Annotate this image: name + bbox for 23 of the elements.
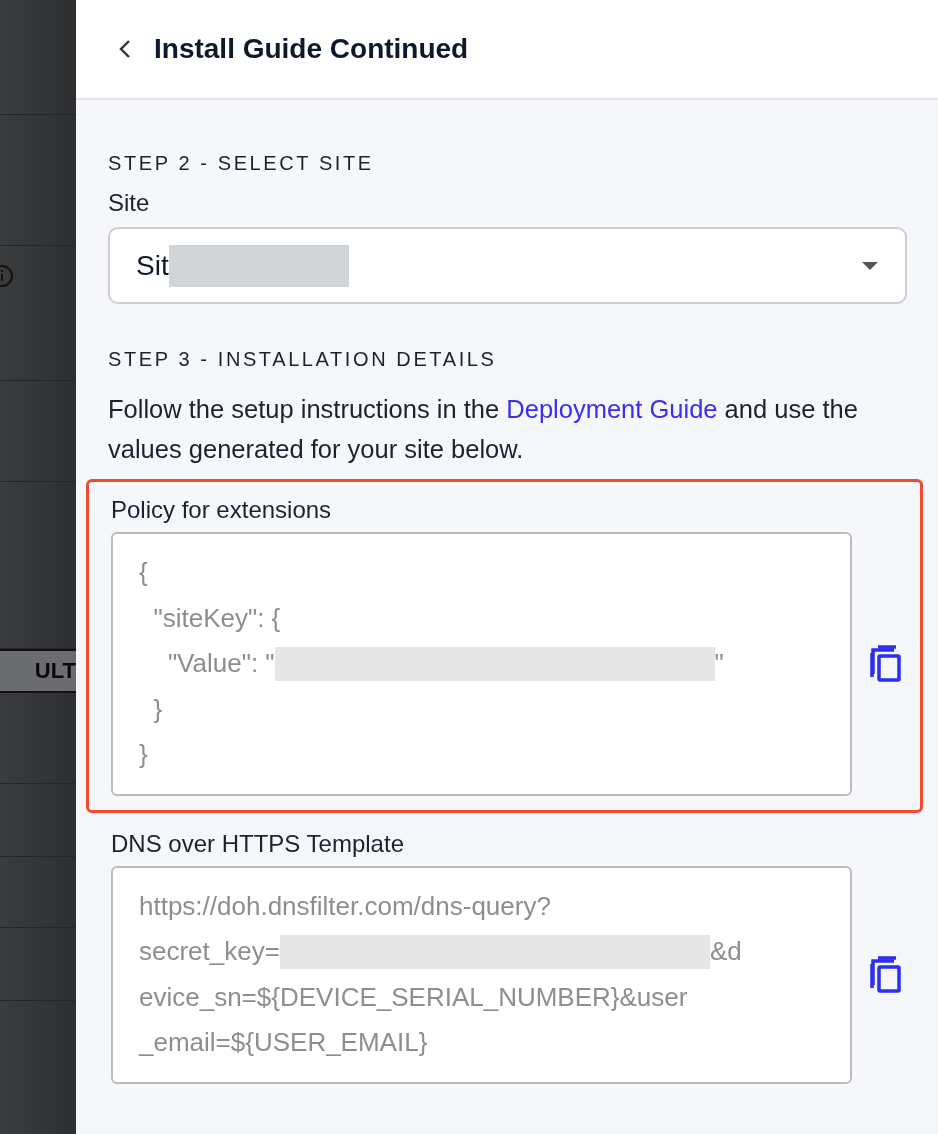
step-heading: STEP 2 - SELECT SITE xyxy=(108,152,375,175)
code-line: evice_sn=${DEVICE_SERIAL_NUMBER}&user xyxy=(139,980,689,1014)
code-line: } xyxy=(139,738,149,771)
back-icon[interactable] xyxy=(118,38,132,60)
code-line: { xyxy=(139,556,149,589)
panel-title: Install Guide Continued xyxy=(154,33,469,65)
field-label: DNS over HTTPS Template xyxy=(111,829,405,858)
instructions-text: Follow the setup instructions in the Deployment Guide and use the values generated for your site below. xyxy=(108,394,859,465)
site-dropdown[interactable]: Sit xyxy=(108,227,907,304)
step-heading: STEP 3 - INSTALLATION DETAILS xyxy=(108,348,498,371)
field-label: Site xyxy=(108,189,151,217)
copy-icon[interactable] xyxy=(868,644,904,683)
field-label: Policy for extensions xyxy=(111,496,333,524)
copy-icon[interactable] xyxy=(868,955,904,994)
code-line: _email=${USER_EMAIL} xyxy=(139,1026,429,1059)
code-line: } xyxy=(152,692,164,726)
code-line: https://doh.dnsfilter.com/dns-query? xyxy=(139,889,552,923)
deployment-guide-link[interactable]: Deployment Guide xyxy=(506,395,718,423)
column-header: ULT xyxy=(34,658,76,684)
code-line: "Value": " " xyxy=(139,641,824,687)
dropdown-caret-icon xyxy=(861,260,879,271)
code-line: "siteKey": { xyxy=(152,601,282,635)
code-line: secret_key= &d xyxy=(139,929,824,975)
